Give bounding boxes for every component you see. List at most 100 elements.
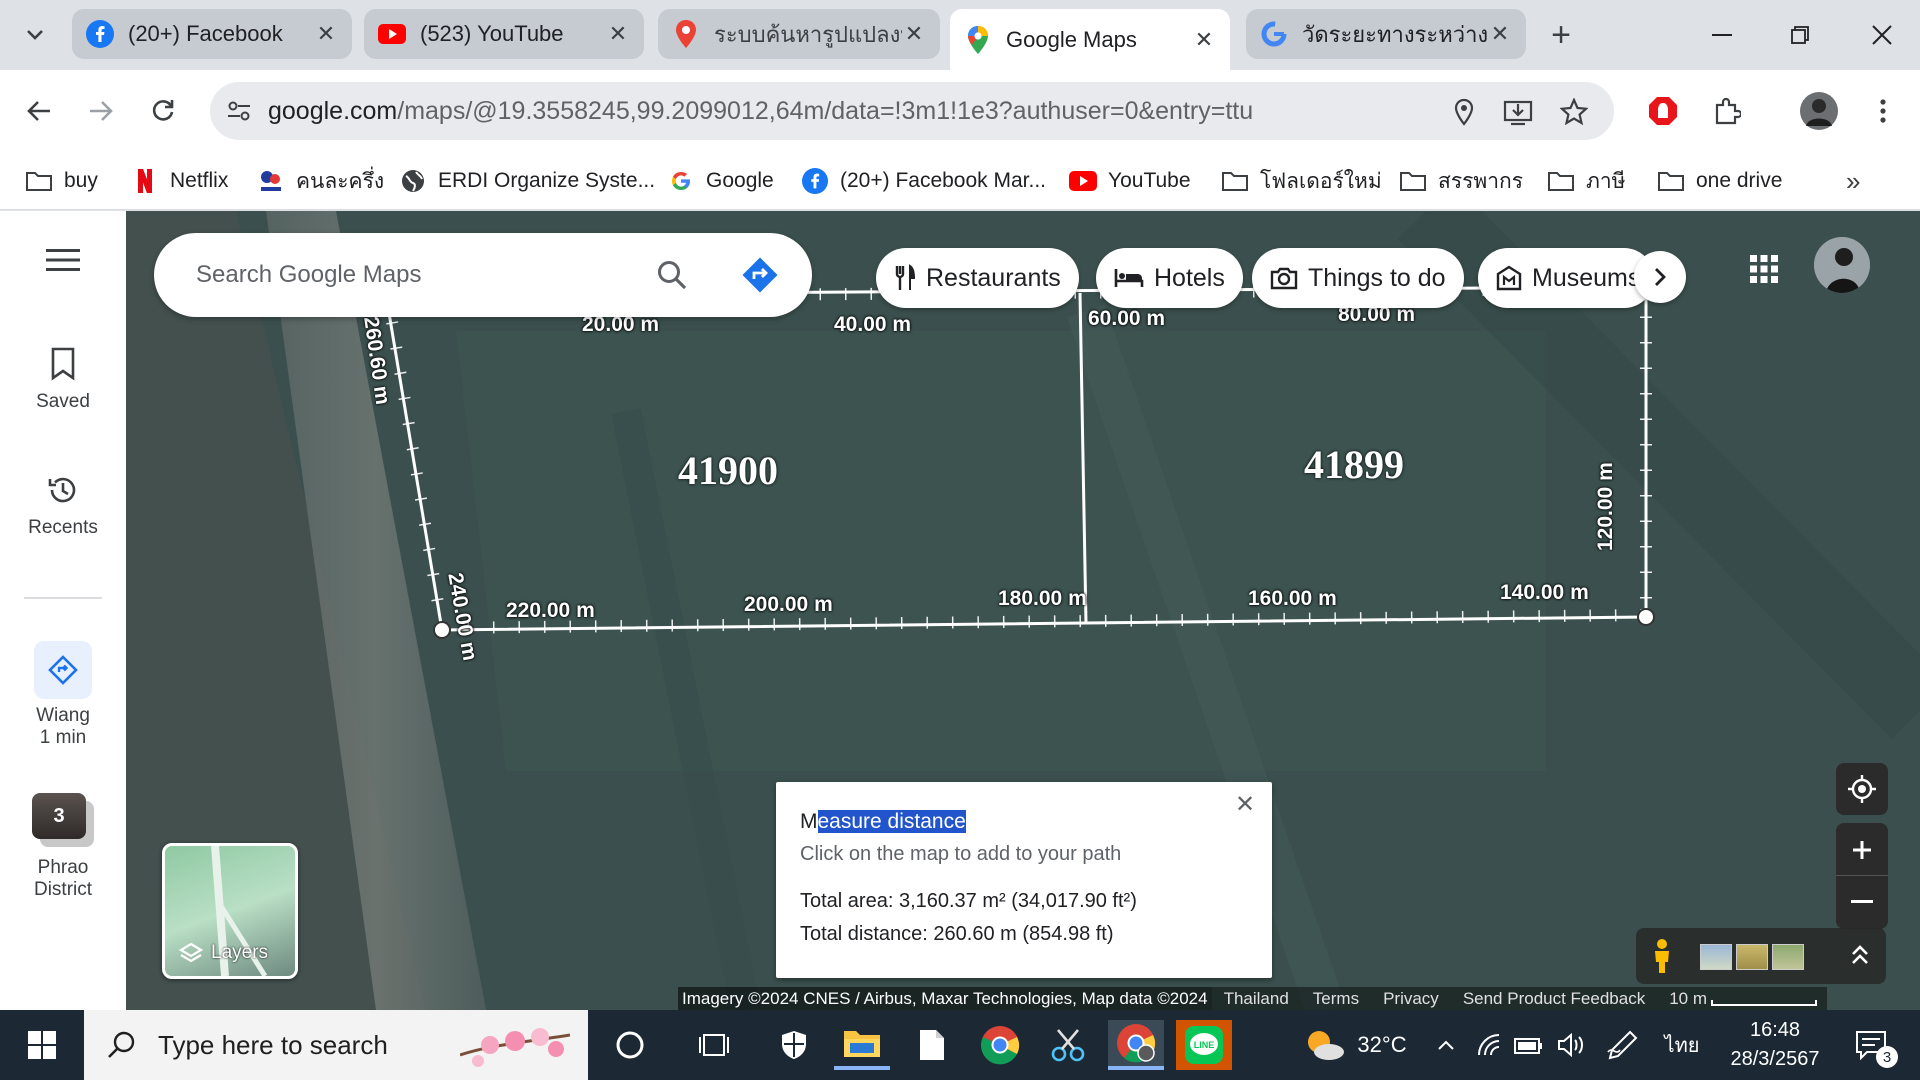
- clock[interactable]: 16:48 28/3/2567: [1720, 1016, 1830, 1074]
- chip-label: Hotels: [1154, 263, 1225, 292]
- tab-google-maps[interactable]: Google Maps ✕: [950, 9, 1230, 70]
- extensions-button[interactable]: [1704, 88, 1750, 134]
- scale-bar[interactable]: 10 m: [1657, 987, 1828, 1010]
- bookmark-tax[interactable]: ภาษี: [1546, 164, 1625, 198]
- reload-button[interactable]: [140, 88, 186, 134]
- bookmark-youtube[interactable]: YouTube: [1068, 164, 1191, 198]
- close-icon[interactable]: ✕: [1488, 21, 1512, 47]
- line-app-button[interactable]: LINE: [1176, 1020, 1232, 1070]
- bookmark-one-drive[interactable]: one drive: [1656, 164, 1782, 198]
- bookmark-buy[interactable]: buy: [24, 164, 98, 198]
- map-attribution: Imagery ©2024 CNES / Airbus, Maxar Techn…: [678, 987, 1828, 1010]
- weather-widget[interactable]: 32°C: [1280, 1010, 1430, 1080]
- pen-workspace-button[interactable]: [1602, 1010, 1642, 1080]
- layers-button[interactable]: Layers: [162, 843, 298, 979]
- new-tab-button[interactable]: +: [1536, 15, 1586, 55]
- chrome-profile-taskbar-button[interactable]: [1108, 1020, 1164, 1070]
- close-icon[interactable]: ✕: [902, 21, 926, 47]
- recent-place-phrao[interactable]: 3 Phrao District: [0, 789, 126, 901]
- zoom-out-button[interactable]: [1836, 876, 1888, 928]
- security-app-button[interactable]: [766, 1020, 822, 1070]
- adblock-extension-button[interactable]: [1640, 88, 1686, 134]
- recent-count-badge: 3: [32, 793, 86, 839]
- site-settings-icon[interactable]: [210, 100, 268, 122]
- install-app-icon[interactable]: [1500, 94, 1536, 130]
- facebook-icon: [800, 167, 830, 195]
- my-location-button[interactable]: [1836, 763, 1888, 815]
- expand-up-icon[interactable]: [1850, 942, 1870, 973]
- bookmark-star-icon[interactable]: [1556, 94, 1592, 130]
- tab-land-search[interactable]: ระบบค้นหารูปแปลงที่ดิน ✕: [658, 9, 940, 59]
- chip-museums[interactable]: Museums: [1478, 248, 1654, 308]
- minimize-button[interactable]: [1692, 10, 1752, 60]
- bookmarks-overflow-button[interactable]: »: [1846, 164, 1860, 198]
- close-icon[interactable]: ✕: [1230, 790, 1260, 820]
- close-icon[interactable]: ✕: [606, 21, 630, 47]
- search-input[interactable]: [196, 255, 636, 295]
- feedback-link[interactable]: Send Product Feedback: [1450, 987, 1658, 1010]
- address-bar[interactable]: google.com/maps/@19.3558245,99.2099012,6…: [210, 82, 1614, 140]
- recents-label: Recents: [28, 517, 98, 538]
- chip-hotels[interactable]: Hotels: [1096, 248, 1243, 308]
- saved-button[interactable]: Saved: [0, 343, 126, 413]
- close-icon[interactable]: ✕: [314, 21, 338, 47]
- profile-avatar-button[interactable]: [1796, 88, 1842, 134]
- task-view-button[interactable]: [686, 1020, 742, 1070]
- restore-button[interactable]: [1770, 10, 1830, 60]
- segment-label: 140.00 m: [1500, 581, 1589, 604]
- bookmark-netflix[interactable]: Netflix: [130, 164, 228, 198]
- recents-button[interactable]: Recents: [0, 469, 126, 539]
- file-explorer-button[interactable]: [834, 1020, 890, 1070]
- pegman-icon[interactable]: [1650, 938, 1674, 979]
- imagery-thumbnail[interactable]: [1700, 944, 1732, 970]
- google-maps-app: Saved Recents Wiang 1 min 3 Phrao Distri…: [0, 211, 1920, 1010]
- close-icon[interactable]: ✕: [1192, 27, 1216, 53]
- search-icon[interactable]: [652, 255, 692, 295]
- action-center-button[interactable]: 3: [1842, 1010, 1902, 1080]
- menu-button[interactable]: [0, 239, 126, 287]
- privacy-link[interactable]: Privacy: [1371, 987, 1451, 1010]
- close-window-button[interactable]: [1852, 10, 1912, 60]
- imagery-thumbnail[interactable]: [1772, 944, 1804, 970]
- bookmark-facebook-marketplace[interactable]: (20+) Facebook Mar...: [800, 164, 1046, 198]
- forward-button[interactable]: [78, 88, 124, 134]
- recent-place-wiang[interactable]: Wiang 1 min: [0, 641, 126, 749]
- tab-facebook[interactable]: (20+) Facebook ✕: [72, 9, 352, 59]
- zoom-in-button[interactable]: [1836, 824, 1888, 876]
- directions-icon[interactable]: [738, 253, 782, 297]
- start-button[interactable]: [0, 1010, 84, 1080]
- imagery-thumbnail[interactable]: [1736, 944, 1768, 970]
- chip-things-to-do[interactable]: Things to do: [1252, 248, 1464, 308]
- location-pin-icon[interactable]: [1446, 94, 1482, 130]
- show-hidden-icons-button[interactable]: [1432, 1010, 1460, 1080]
- tab-distance[interactable]: วัดระยะทางระหว่างจุด ✕: [1246, 9, 1526, 59]
- network-button[interactable]: [1474, 1010, 1508, 1080]
- input-language-button[interactable]: ไทย: [1654, 1010, 1710, 1080]
- forward-arrow-icon: [90, 101, 113, 121]
- battery-button[interactable]: [1512, 1010, 1546, 1080]
- url-text[interactable]: google.com/maps/@19.3558245,99.2099012,6…: [268, 97, 1253, 126]
- cortana-button[interactable]: [602, 1020, 658, 1070]
- google-apps-button[interactable]: [1744, 249, 1784, 289]
- chips-scroll-right-button[interactable]: [1634, 251, 1686, 303]
- bookmark-erdi[interactable]: ERDI Organize Syste...: [398, 164, 655, 198]
- snipping-tool-button[interactable]: [1040, 1020, 1096, 1070]
- chip-restaurants[interactable]: Restaurants: [876, 248, 1079, 308]
- back-button[interactable]: [16, 88, 62, 134]
- volume-button[interactable]: [1554, 1010, 1588, 1080]
- tab-youtube[interactable]: (523) YouTube ✕: [364, 9, 644, 59]
- url-path: /maps/@19.3558245,99.2099012,64m/data=!3…: [397, 96, 1254, 125]
- account-avatar[interactable]: [1814, 237, 1870, 293]
- tab-search-button[interactable]: [16, 18, 54, 52]
- country-link[interactable]: Thailand: [1211, 987, 1301, 1010]
- bookmark-new-folder[interactable]: โฟลเดอร์ใหม่: [1220, 164, 1382, 198]
- taskbar-search-box[interactable]: Type here to search: [84, 1010, 588, 1080]
- notepad-button[interactable]: [904, 1020, 960, 1070]
- terms-link[interactable]: Terms: [1300, 987, 1372, 1010]
- chrome-taskbar-button[interactable]: [972, 1020, 1028, 1070]
- bookmark-khonlakhrueng[interactable]: คนละครึ่ง: [256, 164, 384, 198]
- bookmark-revenue-dept[interactable]: สรรพากร: [1398, 164, 1523, 198]
- chrome-menu-button[interactable]: [1860, 88, 1906, 134]
- zoom-controls: [1836, 823, 1888, 929]
- bookmark-google[interactable]: Google: [666, 164, 774, 198]
